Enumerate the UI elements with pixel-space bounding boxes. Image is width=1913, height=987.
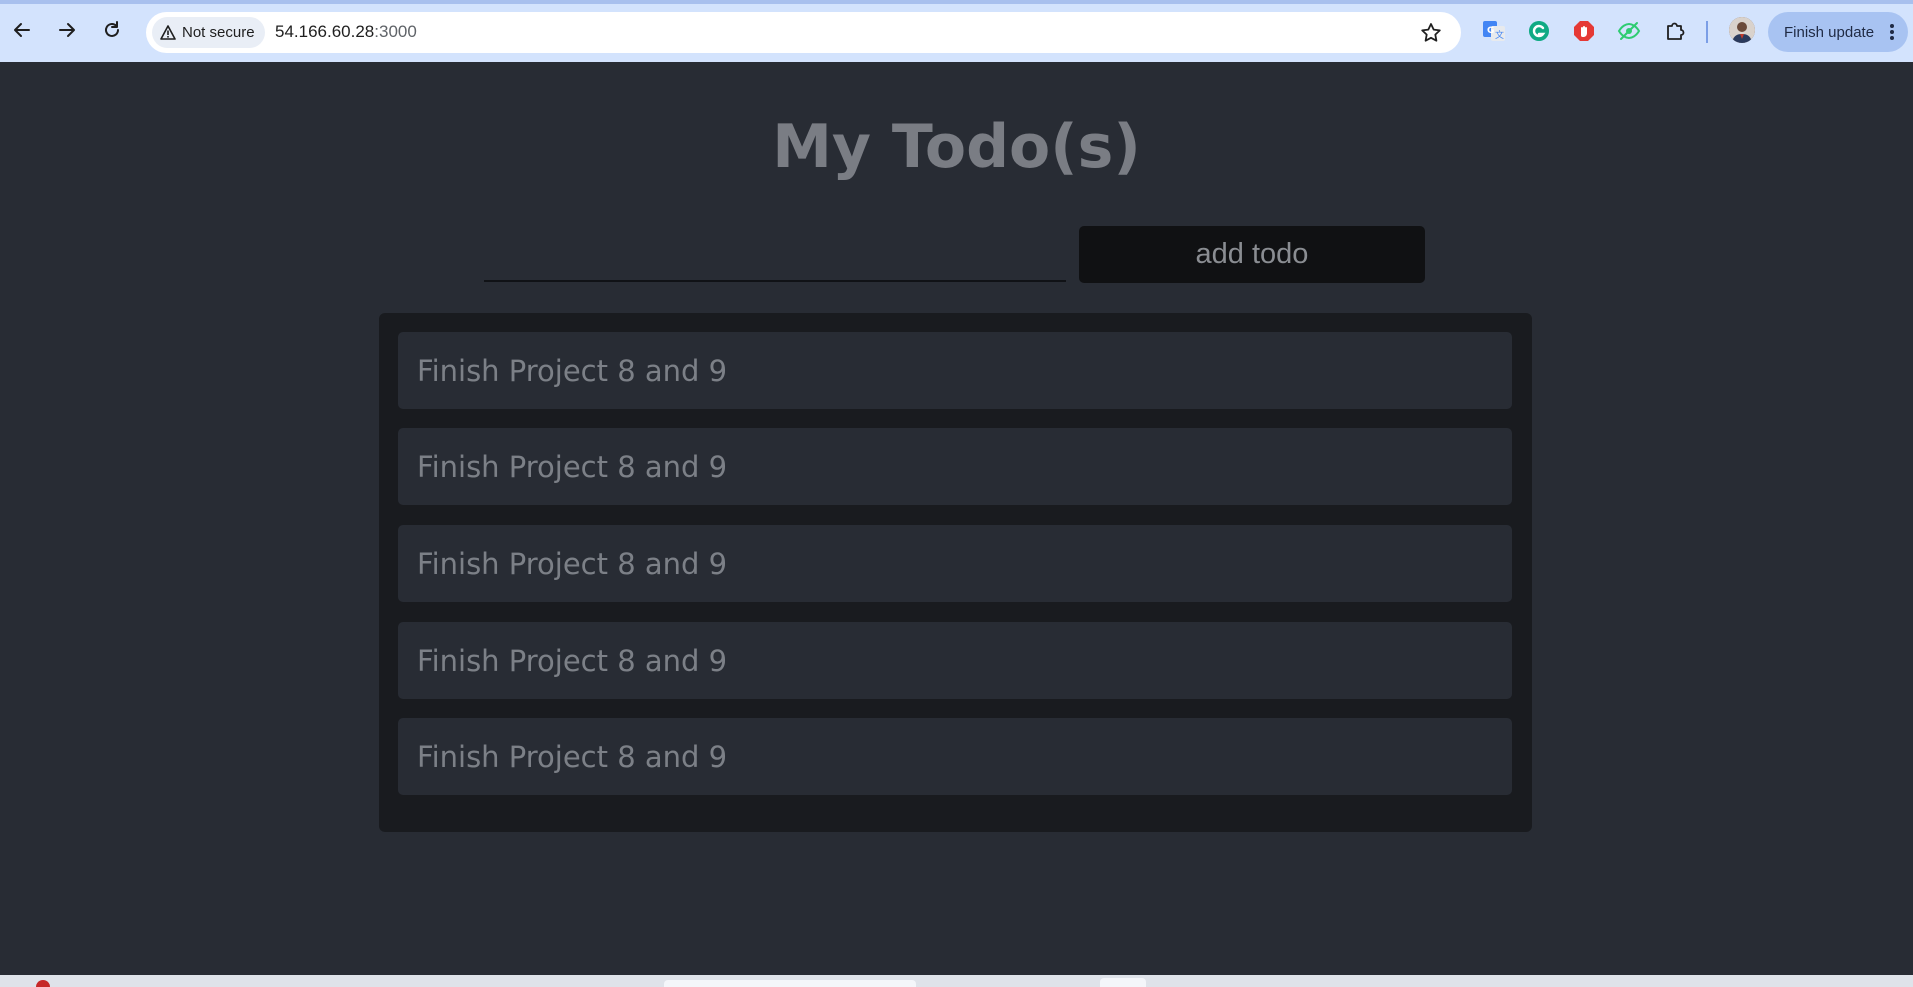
todo-item[interactable]: Finish Project 8 and 9 bbox=[398, 525, 1512, 602]
address-bar[interactable]: Not secure 54.166.60.28:3000 bbox=[146, 12, 1461, 53]
todo-list: Finish Project 8 and 9 Finish Project 8 … bbox=[379, 313, 1532, 832]
warning-icon bbox=[160, 25, 176, 40]
google-translate-icon[interactable]: G文 bbox=[1481, 18, 1507, 44]
finish-update-button[interactable]: Finish update bbox=[1768, 12, 1908, 52]
page-title: My Todo(s) bbox=[772, 112, 1141, 182]
extensions-puzzle-icon[interactable] bbox=[1662, 18, 1688, 44]
bookmark-star-icon[interactable] bbox=[1419, 21, 1443, 45]
url-host: 54.166.60.28 bbox=[275, 22, 375, 41]
todo-item[interactable]: Finish Project 8 and 9 bbox=[398, 428, 1512, 505]
add-todo-button[interactable]: add todo bbox=[1079, 226, 1425, 283]
taskbar-app-icon[interactable] bbox=[36, 980, 50, 987]
todo-item[interactable]: Finish Project 8 and 9 bbox=[398, 718, 1512, 795]
security-chip[interactable]: Not secure bbox=[152, 17, 265, 48]
finish-update-label: Finish update bbox=[1784, 23, 1875, 41]
todo-item[interactable]: Finish Project 8 and 9 bbox=[398, 622, 1512, 699]
forward-arrow-icon[interactable] bbox=[52, 15, 82, 45]
security-label: Not secure bbox=[182, 24, 255, 41]
adblock-icon[interactable] bbox=[1571, 18, 1597, 44]
eye-extension-icon[interactable] bbox=[1616, 18, 1642, 44]
toolbar-divider bbox=[1706, 21, 1708, 43]
svg-text:文: 文 bbox=[1495, 29, 1504, 41]
profile-avatar[interactable] bbox=[1729, 17, 1755, 43]
back-arrow-icon[interactable] bbox=[7, 15, 37, 45]
more-vert-icon bbox=[1890, 24, 1894, 40]
reload-icon[interactable] bbox=[97, 15, 127, 45]
url-text[interactable]: 54.166.60.28:3000 bbox=[275, 22, 417, 42]
todo-item[interactable]: Finish Project 8 and 9 bbox=[398, 332, 1512, 409]
url-port: :3000 bbox=[374, 22, 417, 41]
taskbar-edge bbox=[0, 975, 1913, 987]
todo-input[interactable] bbox=[484, 228, 1066, 282]
svg-text:G: G bbox=[1487, 26, 1494, 36]
browser-toolbar: Not secure 54.166.60.28:3000 G文 Finish u… bbox=[0, 0, 1913, 62]
tab-strip bbox=[0, 0, 1913, 4]
taskbar-item[interactable] bbox=[1100, 978, 1146, 987]
taskbar-item[interactable] bbox=[664, 980, 916, 987]
grammarly-icon[interactable] bbox=[1526, 18, 1552, 44]
